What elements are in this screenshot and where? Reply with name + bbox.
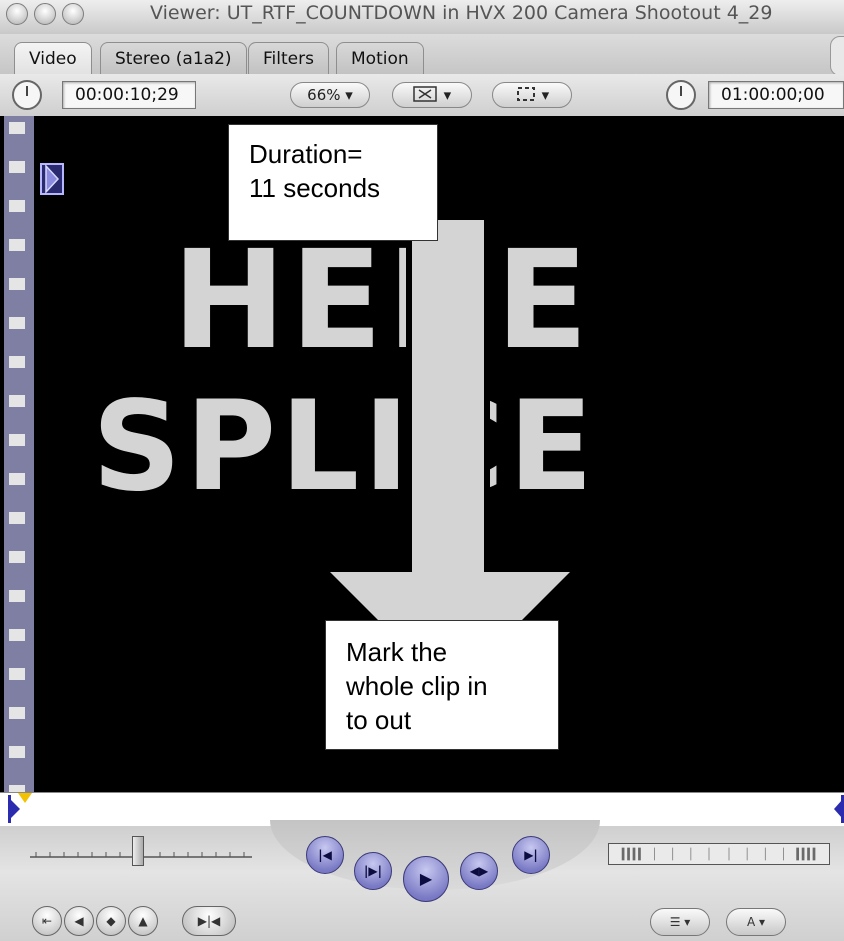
tab-stereo[interactable]: Stereo (a1a2) [100, 42, 247, 74]
jog-slider-handle[interactable] [132, 836, 144, 866]
overlay-icon [516, 87, 535, 101]
add-marker-icon: ◆ [106, 914, 116, 928]
minimize-window-button[interactable] [34, 3, 56, 25]
generator-icon: A ▾ [746, 915, 766, 929]
current-timecode-field[interactable]: 01:00:00;00 [708, 81, 844, 109]
playhead-icon[interactable] [18, 793, 32, 803]
play-icon: ▶ [419, 869, 433, 888]
title-bar: Viewer: UT_RTF_COUNTDOWN in HVX 200 Came… [0, 0, 844, 35]
shuttle-control[interactable] [608, 843, 830, 865]
previous-edit-button[interactable]: |◀ [306, 836, 344, 874]
window-title: Viewer: UT_RTF_COUNTDOWN in HVX 200 Came… [150, 2, 773, 24]
next-edit-icon: ▶| [524, 848, 538, 862]
overlay-popup[interactable]: ▾ [492, 82, 572, 108]
video-canvas[interactable]: HERE SPLICE Duration= 11 seconds Mark th… [0, 116, 844, 792]
mark-callout: Mark the whole clip in to out [325, 620, 559, 750]
scroll-edge [830, 36, 844, 76]
zoom-value: 66% [307, 86, 341, 104]
duration-clock-icon [12, 80, 42, 110]
generator-popup[interactable]: A ▾ [726, 908, 786, 936]
play-in-to-out-icon: |▶| [364, 864, 382, 878]
close-window-button[interactable] [6, 3, 28, 25]
next-edit-button[interactable]: ▶| [512, 836, 550, 874]
mark-in-icon: ◀ [74, 914, 84, 928]
film-view-icon [413, 86, 437, 102]
duration-callout-line: Duration= [249, 139, 363, 169]
play-in-to-out-button[interactable]: |▶| [354, 852, 392, 890]
recent-clips-icon: ☰ ▾ [669, 915, 691, 929]
mark-callout-line: to out [346, 705, 412, 735]
play-button[interactable]: ▶ [403, 856, 449, 902]
mark-clip-button[interactable]: ▲ [128, 906, 158, 936]
current-time-clock-icon [666, 80, 696, 110]
match-frame-button[interactable]: ⇤ [32, 906, 62, 936]
transport-panel: |◀ |▶| ▶ ◀▶ ▶| ⇤ ◀ ◆ ▲ ▶|◀ ☰ ▾ A ▾ [0, 820, 844, 941]
mark-in-button[interactable]: ◀ [64, 906, 94, 936]
previous-edit-icon: |◀ [318, 848, 332, 862]
mark-clip-icon: ▲ [138, 914, 148, 928]
zoom-popup[interactable]: 66% ▾ [290, 82, 370, 108]
duration-timecode-field[interactable]: 00:00:10;29 [62, 81, 196, 109]
mark-callout-line: Mark the [346, 637, 448, 667]
tab-filters[interactable]: Filters [248, 42, 329, 74]
view-popup[interactable]: ▾ [392, 82, 472, 108]
duration-callout: Duration= 11 seconds [228, 124, 438, 241]
duration-callout-line: 11 seconds [249, 173, 381, 203]
mark-callout-line: whole clip in [346, 671, 488, 701]
zoom-window-button[interactable] [62, 3, 84, 25]
mark-in-out-icon: ▶|◀ [197, 914, 221, 928]
match-frame-icon: ⇤ [41, 914, 53, 928]
mark-in-out-button[interactable]: ▶|◀ [182, 906, 236, 936]
recent-clips-popup[interactable]: ☰ ▾ [650, 908, 710, 936]
tab-bar: Video Stereo (a1a2) Filters Motion [0, 34, 844, 76]
out-point-marker-icon [834, 795, 844, 823]
tab-video[interactable]: Video [14, 42, 92, 74]
tab-motion[interactable]: Motion [336, 42, 424, 74]
play-around-current-button[interactable]: ◀▶ [460, 852, 498, 890]
add-marker-button[interactable]: ◆ [96, 906, 126, 936]
viewer-controls: 00:00:10;29 66% ▾ ▾ ▾ 01:00:00;00 [0, 74, 844, 117]
play-around-current-icon: ◀▶ [469, 864, 489, 878]
